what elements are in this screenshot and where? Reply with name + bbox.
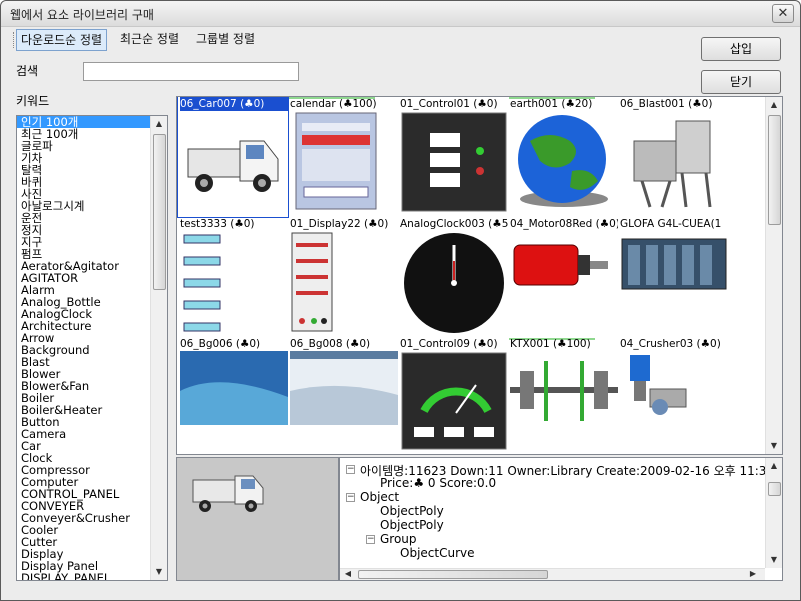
library-item[interactable]: calendar (♣100) xyxy=(288,97,398,217)
library-item[interactable]: 06_Blast001 (♣0) xyxy=(618,97,728,217)
tree-node[interactable]: ObjectPoly xyxy=(380,518,444,532)
library-item-caption: 04_Crusher03 (♣0) xyxy=(620,338,721,350)
keyword-item[interactable]: DISPLAY_PANEL xyxy=(17,572,167,580)
library-item-caption: AnalogClock003 (♣5 xyxy=(400,218,508,230)
tree-node[interactable]: ObjectCurve xyxy=(400,546,474,560)
library-item[interactable]: 01_Display22 (♣0) xyxy=(288,217,398,337)
grid-scrollbar[interactable]: ▲ ▼ xyxy=(765,97,782,454)
close-window-button[interactable]: ✕ xyxy=(772,4,794,23)
scroll-right-icon[interactable]: ▶ xyxy=(745,566,761,580)
library-item-caption: 01_Display22 (♣0) xyxy=(290,218,389,230)
insert-button[interactable]: 삽입 xyxy=(701,37,781,61)
display-panel-icon xyxy=(290,231,398,335)
control-panel-icon xyxy=(400,111,508,215)
gauge-panel-icon xyxy=(400,351,508,454)
window-title: 웹에서 요소 라이브러리 구매 xyxy=(10,8,154,22)
search-label: 검색 xyxy=(16,64,39,78)
motor-icon xyxy=(510,231,618,335)
library-item-caption: 06_Car007 (♣0) xyxy=(180,97,288,111)
library-item[interactable]: 06_Car007 (♣0) xyxy=(177,97,289,218)
tab-download-sort[interactable]: 다운로드순 정렬 xyxy=(16,29,108,51)
blast-machine-icon xyxy=(620,111,728,215)
crusher-icon xyxy=(620,351,728,454)
library-item-caption: 01_Control01 (♣0) xyxy=(400,98,498,110)
preview-pane xyxy=(176,457,339,581)
plc-module-icon xyxy=(620,231,728,335)
toolbar-grip xyxy=(13,32,15,48)
tree-toggle-icon[interactable]: − xyxy=(366,535,375,544)
axle-icon xyxy=(510,351,618,454)
scroll-thumb[interactable] xyxy=(768,482,781,496)
library-item-caption: 06_Blast001 (♣0) xyxy=(620,98,713,110)
calendar-icon xyxy=(290,111,398,215)
details-hscrollbar[interactable]: ◀ ▶ xyxy=(340,568,765,580)
library-item[interactable]: GLOFA G4L-CUEA(1 xyxy=(618,217,728,337)
library-item-caption: calendar (♣100) xyxy=(290,98,377,110)
library-item[interactable]: 04_Crusher03 (♣0) xyxy=(618,337,728,454)
library-item-caption: 06_Bg008 (♣0) xyxy=(290,338,371,350)
library-item-caption: 04_Motor08Red (♣0) xyxy=(510,218,618,230)
library-item-caption: 06_Bg006 (♣0) xyxy=(180,338,261,350)
scroll-left-icon[interactable]: ◀ xyxy=(340,566,356,580)
scroll-down-icon[interactable]: ▼ xyxy=(151,564,167,580)
tree-node[interactable]: ObjectPoly xyxy=(380,504,444,518)
scroll-thumb[interactable] xyxy=(153,134,166,290)
tree-node[interactable]: Price:♣ 0 Score:0.0 xyxy=(380,476,496,490)
window: 웹에서 요소 라이브러리 구매 ✕ 다운로드순 정렬 최근순 정렬 그룹별 정렬… xyxy=(0,0,801,601)
scroll-up-icon[interactable]: ▲ xyxy=(766,97,782,113)
background-gray-icon xyxy=(290,351,398,454)
keyword-list[interactable]: 인기 100개 최근 100개 글로파 기차 탈력 바퀴 사진 아날로그시계 운전 정지 지구 펌프 A… xyxy=(16,115,168,581)
library-item[interactable]: 04_Motor08Red (♣0) xyxy=(508,217,618,337)
search-input[interactable] xyxy=(83,62,299,81)
tree-node[interactable]: Group xyxy=(380,532,417,546)
truck-icon xyxy=(180,111,288,215)
tab-group-sort[interactable]: 그룹별 정렬 xyxy=(192,29,259,51)
scroll-thumb[interactable] xyxy=(768,115,781,225)
analog-clock-icon xyxy=(400,231,508,335)
library-item-caption: earth001 (♣20) xyxy=(510,98,593,110)
library-item[interactable]: earth001 (♣20) xyxy=(508,97,618,217)
library-item-caption: GLOFA G4L-CUEA(1 xyxy=(620,218,722,230)
pipes-icon xyxy=(180,231,288,335)
close-button[interactable]: 닫기 xyxy=(701,70,781,94)
scroll-thumb[interactable] xyxy=(358,570,548,579)
library-item[interactable]: KTX001 (♣100) xyxy=(508,337,618,454)
tab-recent-sort[interactable]: 최근순 정렬 xyxy=(116,29,183,51)
scroll-up-icon[interactable]: ▲ xyxy=(766,458,782,474)
title-bar: 웹에서 요소 라이브러리 구매 ✕ xyxy=(1,1,800,27)
scroll-down-icon[interactable]: ▼ xyxy=(766,438,782,454)
globe-icon xyxy=(510,111,618,215)
item-grid[interactable]: 06_Car007 (♣0) calendar (♣100) 01_Control0… xyxy=(176,96,783,455)
library-item-caption: test3333 (♣0) xyxy=(180,218,255,230)
background-blue-icon xyxy=(180,351,288,454)
library-item[interactable]: test3333 (♣0) xyxy=(178,217,288,337)
details-scrollbar[interactable]: ▲ ▼ xyxy=(765,458,782,568)
tree-toggle-icon[interactable]: − xyxy=(346,465,355,474)
keyword-scrollbar[interactable]: ▲ ▼ xyxy=(150,116,167,580)
keyword-items: 인기 100개 최근 100개 글로파 기차 탈력 바퀴 사진 아날로그시계 운전 정지 지구 펌프 A… xyxy=(17,116,167,580)
library-item[interactable]: 01_Control09 (♣0) xyxy=(398,337,508,454)
keyword-label: 키워드 xyxy=(16,94,50,108)
scroll-up-icon[interactable]: ▲ xyxy=(151,116,167,132)
tree-node[interactable]: Object xyxy=(360,490,399,504)
library-item[interactable]: 06_Bg008 (♣0) xyxy=(288,337,398,454)
library-item[interactable]: 06_Bg006 (♣0) xyxy=(178,337,288,454)
library-item[interactable]: 01_Control01 (♣0) xyxy=(398,97,508,217)
details-tree[interactable]: − 아이템명:11623 Down:11 Owner:Library Create… xyxy=(339,457,783,581)
truck-preview-icon xyxy=(192,475,264,512)
tree-toggle-icon[interactable]: − xyxy=(346,493,355,502)
library-item-caption: 01_Control09 (♣0) xyxy=(400,338,498,350)
library-item-caption: KTX001 (♣100) xyxy=(510,338,591,350)
scroll-down-icon[interactable]: ▼ xyxy=(766,552,782,568)
library-item[interactable]: AnalogClock003 (♣5 xyxy=(398,217,508,337)
